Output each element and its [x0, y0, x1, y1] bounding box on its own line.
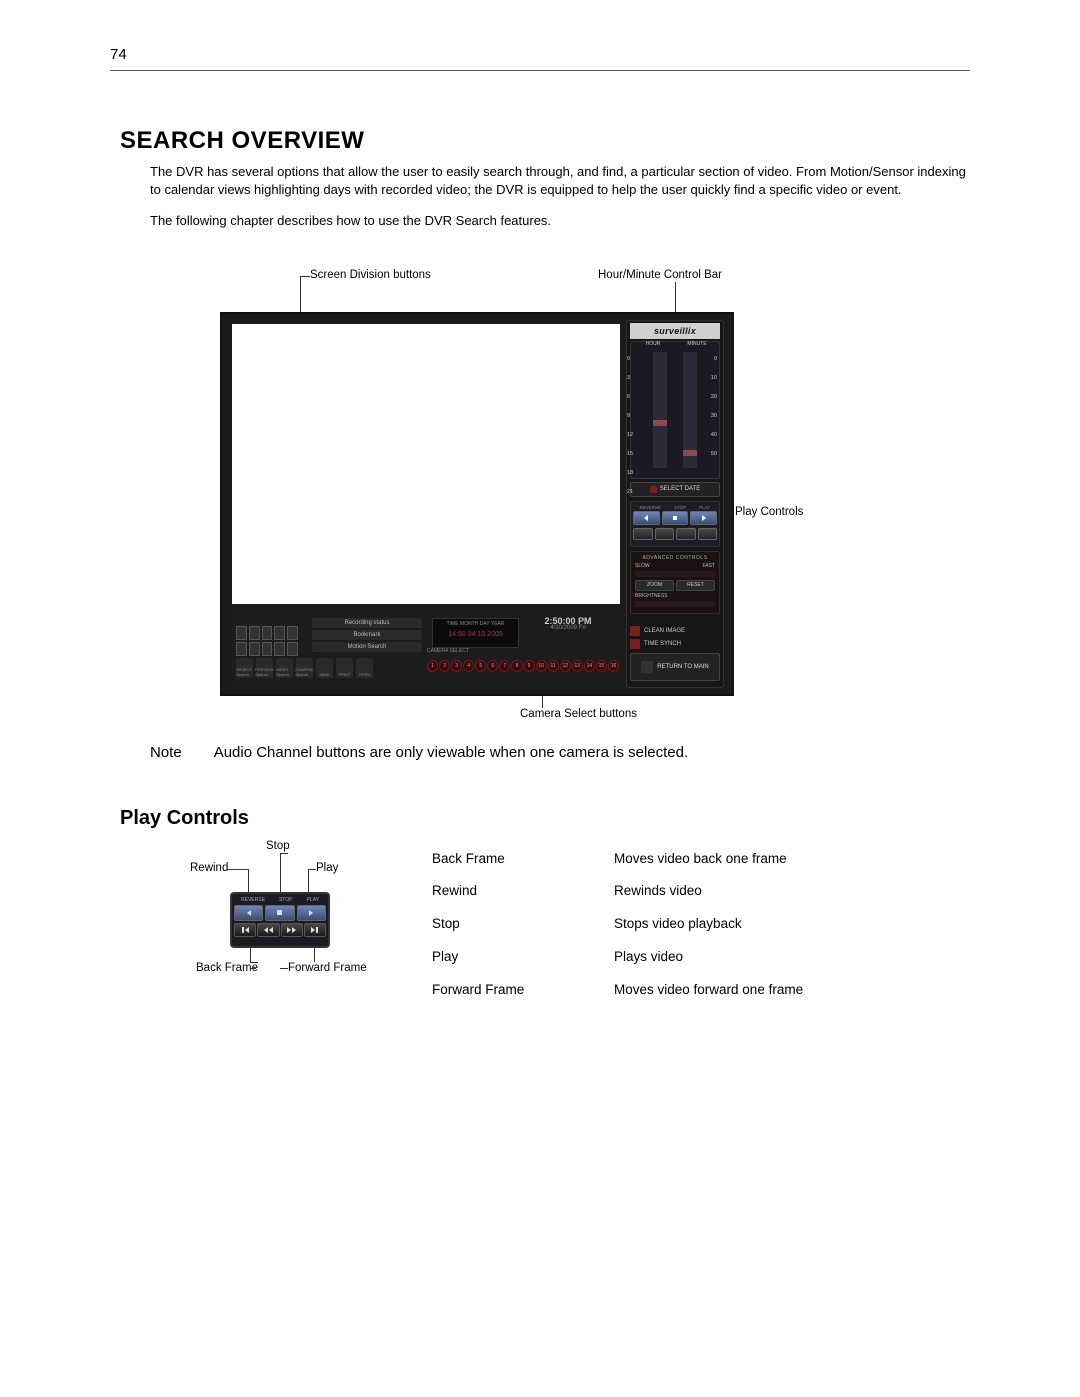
reset-button[interactable]: RESET — [676, 580, 715, 591]
back-frame-button-detail[interactable] — [234, 923, 256, 937]
advanced-controls-panel: ADVANCED CONTROLS SLOWFAST ZOOM RESET BR… — [630, 551, 720, 614]
zoom-button[interactable]: ZOOM — [635, 580, 674, 591]
intro-paragraph-1: The DVR has several options that allow t… — [150, 163, 970, 198]
note-text: Audio Channel buttons are only viewable … — [214, 744, 688, 761]
toolbar-icon[interactable]: PRINT — [336, 658, 353, 678]
stop-button[interactable] — [662, 511, 689, 525]
forward-button[interactable] — [676, 528, 696, 540]
screen-division-row-1[interactable] — [236, 626, 298, 640]
toolbar-icon[interactable]: OBJECT Search — [236, 658, 253, 678]
stop-button-detail[interactable] — [265, 905, 294, 921]
note-block: Note Audio Channel buttons are only view… — [150, 744, 970, 761]
callout-camera-select: Camera Select buttons — [520, 708, 637, 720]
return-to-main-button[interactable]: RETURN TO MAIN — [630, 653, 720, 681]
toolbar-icon[interactable]: PREVIEW Search — [256, 658, 273, 678]
rewind-fast-button-detail[interactable] — [257, 923, 279, 937]
camera-button[interactable]: 5 — [475, 660, 486, 672]
clean-image-button[interactable]: CLEAN IMAGE — [630, 626, 720, 636]
motion-search-button[interactable]: Motion Search — [312, 642, 422, 652]
label-play: Play — [316, 862, 338, 874]
callout-hour-minute: Hour/Minute Control Bar — [598, 269, 722, 281]
camera-button[interactable]: 8 — [511, 660, 522, 672]
play-controls-panel-detail: REVERSE STOP PLAY — [230, 892, 330, 948]
forward-fast-button-detail[interactable] — [281, 923, 303, 937]
camera-button[interactable]: 15 — [596, 660, 607, 672]
speed-slider[interactable] — [635, 571, 715, 577]
playback-datetime-fields[interactable]: TIME MONTH DAY YEAR 14:50 04 10 2009 — [432, 618, 519, 648]
play-controls-diagram: Stop Rewind Play Back Frame Forward Fram… — [150, 840, 390, 1010]
screen-division-row-2[interactable] — [236, 642, 298, 656]
camera-button[interactable]: 6 — [487, 660, 498, 672]
camera-button[interactable]: 16 — [608, 660, 619, 672]
camera-button[interactable]: 13 — [572, 660, 583, 672]
table-row: StopStops video playback — [432, 911, 968, 942]
camera-button[interactable]: 9 — [524, 660, 535, 672]
camera-select-label: CAMERA SELECT — [427, 648, 469, 654]
camera-button[interactable]: 3 — [451, 660, 462, 672]
play-controls-panel: REVERSE STOP PLAY — [630, 501, 720, 547]
camera-button[interactable]: 1 — [427, 660, 438, 672]
subsection-title: Play Controls — [120, 807, 1080, 830]
note-label: Note — [150, 744, 182, 761]
hour-minute-control[interactable]: HOUR MINUTE 036912151821 01020304050 — [630, 341, 720, 479]
label-rewind: Rewind — [190, 862, 228, 874]
brand-logo: surveillix — [630, 323, 720, 339]
play-button-detail[interactable] — [297, 905, 326, 921]
side-panel-footer: CLEAN IMAGE TIME SYNCH RETURN TO MAIN — [630, 623, 720, 681]
toolbar-icon[interactable]: SAVE — [316, 658, 333, 678]
label-back-frame: Back Frame — [196, 962, 258, 974]
current-datetime-display: 2:50:00 PM 4/10/2009 Fri — [522, 616, 614, 631]
play-button[interactable] — [690, 511, 717, 525]
label-forward-frame: Forward Frame — [288, 962, 367, 974]
status-buttons[interactable]: Recording status Bookmark Motion Search — [312, 618, 422, 654]
time-synch-button[interactable]: TIME SYNCH — [630, 639, 720, 649]
section-title: SEARCH OVERVIEW — [120, 127, 1080, 155]
callout-screen-division: Screen Division buttons — [310, 269, 431, 281]
camera-button[interactable]: 2 — [439, 660, 450, 672]
callout-play-controls: Play Controls — [735, 506, 803, 518]
table-row: Back FrameMoves video back one frame — [432, 846, 968, 877]
video-display-area — [232, 324, 620, 604]
play-controls-table: Back FrameMoves video back one frameRewi… — [430, 844, 970, 1010]
brightness-slider[interactable] — [635, 601, 715, 607]
toolbar-icon[interactable]: OPEN — [356, 658, 373, 678]
rewind-button-detail[interactable] — [234, 905, 263, 921]
toolbar-icon[interactable]: GRAPHIC Search — [296, 658, 313, 678]
table-row: RewindRewinds video — [432, 878, 968, 909]
dvr-diagram: Screen Division buttons Hour/Minute Cont… — [150, 264, 970, 724]
camera-button[interactable]: 14 — [584, 660, 595, 672]
rewind-button[interactable] — [655, 528, 675, 540]
camera-select-buttons[interactable]: 12345678910111213141516 — [427, 656, 619, 676]
table-row: PlayPlays video — [432, 944, 968, 975]
table-row: Forward FrameMoves video forward one fra… — [432, 977, 968, 1008]
recording-status-button[interactable]: Recording status — [312, 618, 422, 628]
camera-button[interactable]: 10 — [536, 660, 547, 672]
forward-frame-button-detail[interactable] — [304, 923, 326, 937]
camera-button[interactable]: 11 — [548, 660, 559, 672]
camera-button[interactable]: 12 — [560, 660, 571, 672]
dvr-bottom-bar: Recording status Bookmark Motion Search … — [232, 612, 622, 684]
side-panel: surveillix HOUR MINUTE 036912151821 0102… — [626, 320, 724, 688]
dvr-window: Recording status Bookmark Motion Search … — [220, 312, 734, 696]
reverse-button[interactable] — [633, 511, 660, 525]
page-number: 74 — [110, 46, 127, 63]
camera-button[interactable]: 4 — [463, 660, 474, 672]
bottom-toolbar[interactable]: OBJECT SearchPREVIEW SearchINDEX SearchG… — [236, 658, 396, 678]
forward-frame-button[interactable] — [698, 528, 718, 540]
back-frame-button[interactable] — [633, 528, 653, 540]
label-stop: Stop — [266, 840, 290, 852]
bookmark-button[interactable]: Bookmark — [312, 630, 422, 640]
camera-button[interactable]: 7 — [499, 660, 510, 672]
header-rule: 74 — [110, 50, 970, 71]
intro-paragraph-2: The following chapter describes how to u… — [150, 212, 970, 230]
toolbar-icon[interactable]: INDEX Search — [276, 658, 293, 678]
